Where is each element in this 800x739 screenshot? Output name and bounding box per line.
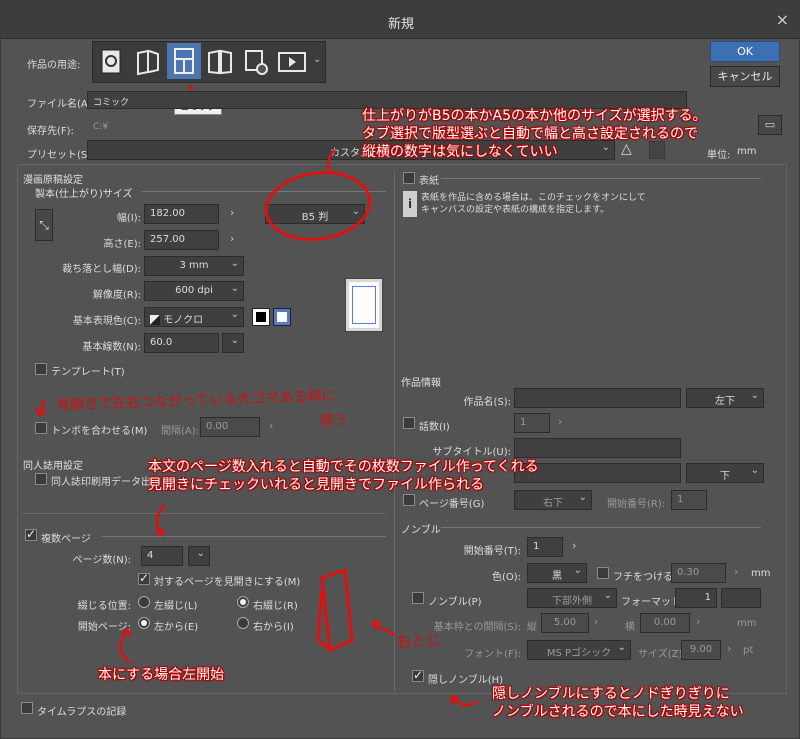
hidden-note-line-1: 隠しノンブルにするとノドぎりぎりに [492,686,730,702]
size-preset-circle [264,171,372,241]
right-bind-arrow [370,620,396,637]
tombo-arrow [34,399,47,417]
page-note-line-2: 見開きにチェックいれると見開きでファイル作られる [148,477,484,493]
left-start-note: 本にする場合左開始 [98,667,225,683]
size-note-line-3: 縦横の数字は気にしなくていい [362,144,558,160]
page-count-arrow [155,504,166,538]
left-start-arrow [119,628,132,664]
right-bind-note: 右とじ [395,631,442,651]
hidden-note-line-2: ノンブルされるので本にした時見えない [492,704,744,720]
hidden-nombre-arrow [450,694,479,707]
size-note-line-2: タブ選択で版型選ぶと自動で幅と高さ設定されるので [362,126,698,142]
note-arrow [327,149,336,173]
page-note-line-1: 本文のページ数入れると自動でその枚数ファイル作ってくれる [148,459,539,475]
size-note-line-1: 仕上がりがB5の本かA5の本か他のサイズが選択する。 [362,108,707,124]
right-bind-book-sketch [316,567,354,653]
tombo-note-line-2: 使う [319,412,349,430]
